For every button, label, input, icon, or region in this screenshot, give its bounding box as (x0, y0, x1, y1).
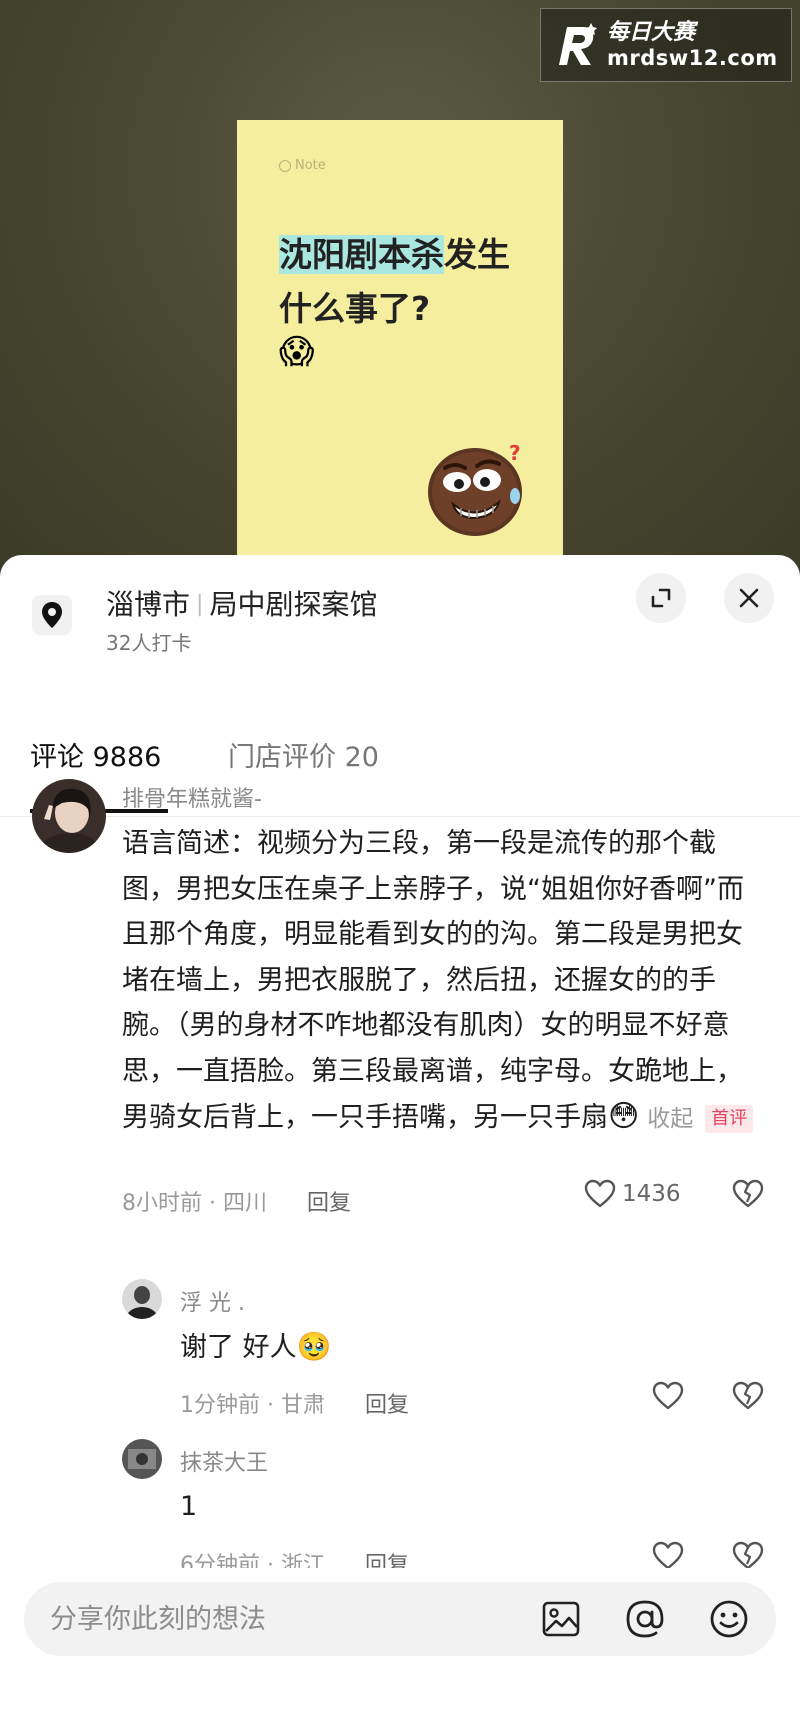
tab-comments[interactable]: 评论 9886 (30, 735, 161, 774)
heart-icon (652, 1381, 684, 1410)
expand-icon (651, 588, 671, 608)
watermark: 每日大赛 mrdsw12.com (540, 8, 792, 82)
comment-emoji: 🥹 (296, 1330, 332, 1363)
dislike-button[interactable] (732, 1179, 764, 1213)
comment-emoji: 😳 (608, 1099, 640, 1134)
watermark-brand: 每日大赛 (607, 20, 696, 46)
first-comment-badge: 首评 (705, 1104, 754, 1133)
scream-emoji: 😱 (279, 332, 315, 372)
comment-text: 1 (180, 1491, 198, 1522)
avatar[interactable] (32, 779, 106, 853)
avatar[interactable] (122, 1279, 162, 1319)
heart-icon (652, 1541, 684, 1570)
reply-button[interactable]: 回复 (307, 1185, 351, 1217)
comment-item: 排骨年糕就酱- 语言简述：视频分为三段，第一段是流传的那个截图，男把女压在桌子上… (0, 777, 800, 1257)
brand-logo-icon (555, 21, 599, 69)
comment-username[interactable]: 抹茶大王 (180, 1445, 268, 1477)
note-label-text: Note (295, 158, 326, 173)
tab-store-reviews[interactable]: 门店评价 20 (228, 735, 379, 774)
comment-meta: 1分钟前 · 甘肃 回复 (180, 1387, 409, 1419)
close-button[interactable] (724, 573, 774, 623)
collapse-link[interactable]: 收起 (647, 1106, 693, 1132)
comment-content: 谢了 好人 (180, 1332, 297, 1363)
video-background[interactable]: 每日大赛 mrdsw12.com Note 沈阳剧本杀发生什么事了? 😱 ? (0, 0, 800, 570)
comment-input-bar (0, 1568, 800, 1736)
comment-text: 语言简述：视频分为三段，第一段是流传的那个截图，男把女压在桌子上亲脖子，说“姐姐… (122, 821, 762, 1143)
title-divider: | (196, 592, 204, 617)
location-city: 淄博市 (106, 588, 191, 621)
location-header: 淄博市 | 局中剧探案馆 32人打卡 (0, 555, 800, 675)
comment-meta: 8小时前 · 四川 回复 (122, 1185, 351, 1217)
comment-time-location: 8小时前 · 四川 (122, 1191, 267, 1216)
comment-username[interactable]: 浮 光 . (180, 1285, 245, 1317)
reply-item: 浮 光 . 谢了 好人🥹 1分钟前 · 甘肃 回复 (0, 1277, 800, 1419)
location-name: 局中剧探案馆 (209, 588, 378, 621)
comment-time-location: 1分钟前 · 甘肃 (180, 1393, 325, 1418)
watermark-domain: mrdsw12.com (607, 45, 778, 70)
note-title: 沈阳剧本杀发生什么事了? (279, 228, 529, 336)
comment-username[interactable]: 排骨年糕就酱- (122, 781, 262, 813)
close-icon (739, 588, 759, 608)
like-button[interactable] (652, 1381, 684, 1415)
note-card: Note 沈阳剧本杀发生什么事了? 😱 ? (237, 120, 563, 570)
heart-icon (584, 1179, 616, 1208)
note-circle-icon (279, 159, 291, 172)
reply-item: 抹茶大王 1 6分钟前 · 浙江 回复 (0, 1437, 800, 1578)
like-button[interactable]: 1436 (584, 1179, 681, 1209)
comments-sheet: 淄博市 | 局中剧探案馆 32人打卡 评论 9886 门店评价 20 排骨年糕就… (0, 555, 800, 1736)
like-count: 1436 (622, 1181, 681, 1207)
comment-input[interactable] (50, 1598, 530, 1640)
location-pin-icon (32, 595, 72, 635)
avatar[interactable] (122, 1439, 162, 1479)
broken-heart-icon (732, 1179, 764, 1208)
image-icon[interactable] (540, 1598, 582, 1640)
dislike-button[interactable] (732, 1381, 764, 1415)
at-mention-icon[interactable] (624, 1598, 666, 1640)
emoji-icon[interactable] (708, 1598, 750, 1640)
reply-button[interactable]: 回复 (365, 1387, 409, 1419)
comment-text: 谢了 好人🥹 (180, 1325, 331, 1370)
note-label: Note (279, 158, 326, 173)
svg-text:?: ? (509, 441, 521, 465)
broken-heart-icon (732, 1541, 764, 1570)
note-title-highlight: 沈阳剧本杀 (279, 235, 444, 274)
nervous-face-sticker-icon: ? (425, 438, 531, 538)
comment-input-box (24, 1582, 776, 1656)
broken-heart-icon (732, 1381, 764, 1410)
comment-content: 语言简述：视频分为三段，第一段是流传的那个截图，男把女压在桌子上亲脖子，说“姐姐… (122, 828, 744, 1133)
checkin-count: 32人打卡 (106, 631, 192, 655)
expand-button[interactable] (636, 573, 686, 623)
location-title[interactable]: 淄博市 | 局中剧探案馆 (106, 583, 377, 623)
